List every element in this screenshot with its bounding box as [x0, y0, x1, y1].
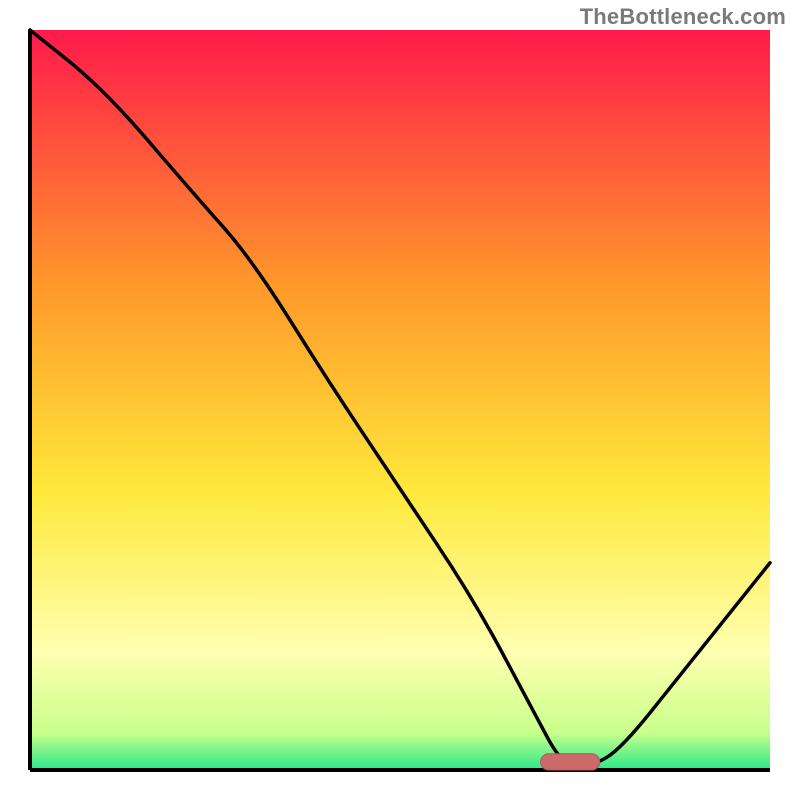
gradient-background	[30, 30, 770, 770]
watermark-text: TheBottleneck.com	[580, 4, 786, 30]
plot-area	[30, 30, 770, 770]
optimal-marker	[541, 754, 600, 770]
bottleneck-chart	[0, 0, 800, 800]
chart-container: { "watermark": "TheBottleneck.com", "col…	[0, 0, 800, 800]
